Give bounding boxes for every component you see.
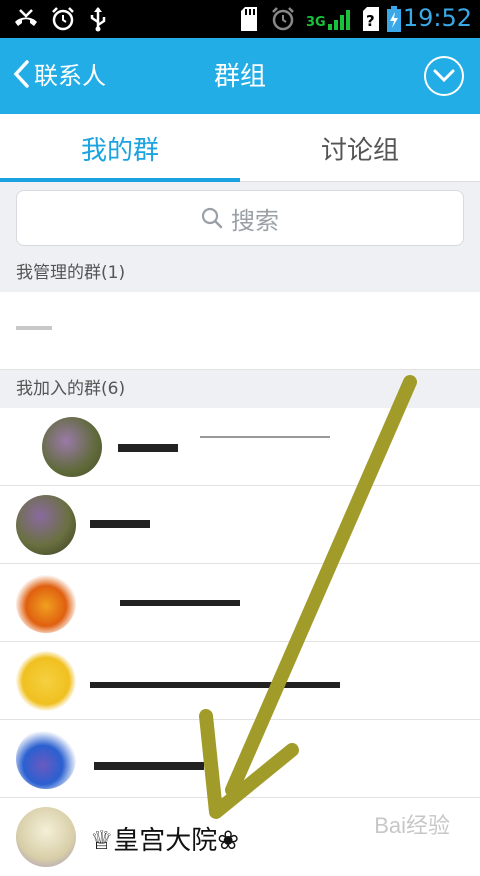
group-avatar bbox=[42, 417, 102, 477]
redacted-avatar bbox=[16, 326, 52, 330]
group-row[interactable] bbox=[0, 292, 480, 370]
group-row[interactable] bbox=[0, 486, 480, 564]
missed-call-icon bbox=[12, 6, 40, 32]
chevron-down-icon bbox=[433, 69, 455, 83]
redacted-name bbox=[90, 682, 340, 688]
group-row[interactable] bbox=[0, 408, 480, 486]
group-avatar bbox=[16, 651, 76, 711]
battery-icon bbox=[386, 6, 402, 32]
group-row[interactable] bbox=[0, 564, 480, 642]
alarm-icon bbox=[270, 6, 296, 32]
tab-bar: 我的群 讨论组 bbox=[0, 114, 480, 182]
redacted-name bbox=[90, 520, 150, 528]
tab-my-groups[interactable]: 我的群 bbox=[0, 114, 240, 182]
section-header-managed: 我管理的群(1) bbox=[0, 254, 480, 292]
usb-icon bbox=[88, 6, 108, 32]
status-bar: 3G ? 19:52 bbox=[0, 0, 480, 38]
more-menu-button[interactable] bbox=[424, 56, 464, 96]
alarm-icon bbox=[50, 6, 76, 32]
clock: 19:52 bbox=[403, 4, 472, 32]
tab-label: 讨论组 bbox=[321, 130, 399, 167]
unknown-sim-icon: ? bbox=[362, 6, 380, 32]
tab-label: 我的群 bbox=[81, 130, 159, 167]
group-row[interactable] bbox=[0, 642, 480, 720]
search-placeholder: 搜索 bbox=[231, 201, 279, 236]
watermark: Bai经验 bbox=[374, 808, 450, 840]
page-title: 群组 bbox=[0, 56, 480, 93]
search-icon bbox=[201, 207, 223, 229]
signal-icon: 3G bbox=[306, 6, 352, 32]
header: 联系人 群组 bbox=[0, 38, 480, 114]
network-type-label: 3G bbox=[306, 15, 326, 30]
search-area: 搜索 bbox=[0, 182, 480, 254]
group-name: ♕皇宫大院❀ bbox=[90, 820, 239, 857]
tab-discussion-groups[interactable]: 讨论组 bbox=[240, 114, 480, 182]
redacted-name bbox=[118, 444, 178, 452]
svg-text:?: ? bbox=[366, 12, 375, 30]
redacted-name bbox=[94, 762, 204, 770]
group-avatar bbox=[16, 495, 76, 555]
redacted-name bbox=[120, 600, 240, 606]
group-avatar bbox=[16, 573, 76, 633]
search-input[interactable]: 搜索 bbox=[16, 190, 464, 246]
redacted-name bbox=[200, 436, 330, 438]
group-avatar bbox=[16, 807, 76, 867]
sd-card-icon bbox=[240, 6, 258, 32]
group-row[interactable] bbox=[0, 720, 480, 798]
group-avatar bbox=[16, 729, 76, 789]
section-header-joined: 我加入的群(6) bbox=[0, 370, 480, 408]
